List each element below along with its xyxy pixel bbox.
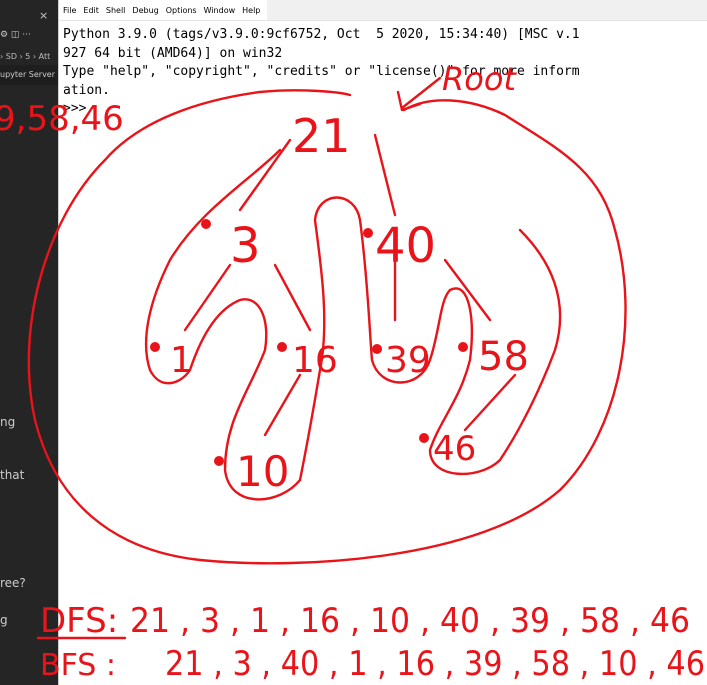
close-icon[interactable]: ×	[39, 9, 48, 22]
tab-jupyter-server[interactable]: upyter Server	[0, 65, 58, 85]
menu-options[interactable]: Options	[166, 6, 197, 15]
text-fragment: ng	[0, 415, 16, 429]
panel-toolbar-icons[interactable]: ⚙ ◫ ···	[0, 30, 31, 40]
breadcrumb[interactable]: › SD › 5 › Att	[0, 52, 50, 61]
menu-edit[interactable]: Edit	[83, 6, 99, 15]
vscode-side-panel: × ⚙ ◫ ··· › SD › 5 › Att upyter Server n…	[0, 0, 58, 685]
shell-prompt[interactable]: >>>	[63, 101, 94, 116]
shell-line: Type "help", "copyright", "credits" or "…	[63, 64, 580, 79]
menu-debug[interactable]: Debug	[132, 6, 158, 15]
text-fragment: ree?	[0, 576, 26, 590]
shell-line: Python 3.9.0 (tags/v3.9.0:9cf6752, Oct 5…	[63, 27, 580, 42]
menu-help[interactable]: Help	[242, 6, 260, 15]
menu-file[interactable]: File	[63, 6, 76, 15]
text-fragment: g	[0, 613, 8, 627]
shell-output[interactable]: Python 3.9.0 (tags/v3.9.0:9cf6752, Oct 5…	[63, 26, 580, 119]
menu-bar: File Edit Shell Debug Options Window Hel…	[59, 0, 707, 21]
shell-line: 927 64 bit (AMD64)] on win32	[63, 45, 283, 61]
menu-shell[interactable]: Shell	[106, 6, 126, 15]
text-fragment: that	[0, 468, 25, 482]
idle-shell-window: File Edit Shell Debug Options Window Hel…	[58, 0, 707, 685]
menu-window[interactable]: Window	[204, 6, 236, 15]
shell-line: ation.	[63, 82, 110, 98]
